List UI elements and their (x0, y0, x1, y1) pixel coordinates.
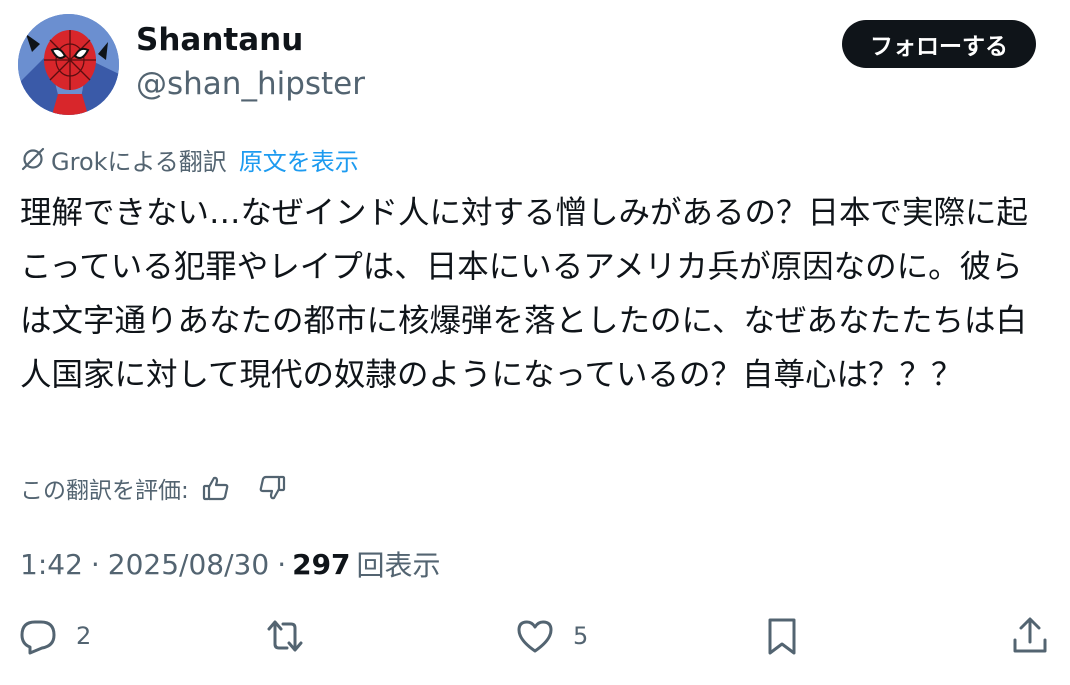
tweet-time[interactable]: 1:42 (20, 548, 83, 581)
show-original-link[interactable]: 原文を表示 (239, 142, 359, 177)
user-display-name[interactable]: Shantanu (136, 22, 303, 58)
retweet-button[interactable] (265, 616, 323, 656)
bookmark-button[interactable] (762, 616, 802, 656)
thumbs-down-icon[interactable] (257, 473, 287, 503)
meta-separator: · (90, 547, 100, 581)
like-count: 5 (573, 622, 589, 650)
translation-provider-label: Grokによる翻訳 (51, 147, 227, 176)
avatar[interactable] (18, 14, 119, 115)
action-bar: 2 5 (0, 610, 1070, 666)
bookmark-icon (768, 618, 796, 655)
views-label: 回表示 (356, 549, 441, 582)
tweet-text: 理解できない…なぜインド人に対する憎しみがあるの？日本で実際に起こっている犯罪や… (20, 195, 1029, 393)
follow-button[interactable]: フォローする (842, 20, 1036, 68)
rate-translation-label: この翻訳を評価: (20, 478, 189, 504)
share-icon (1013, 617, 1047, 653)
like-button[interactable]: 5 (515, 616, 588, 656)
share-button[interactable] (1010, 616, 1050, 656)
grok-icon (20, 146, 46, 172)
meta-separator: · (277, 547, 287, 581)
reply-button[interactable]: 2 (18, 616, 91, 656)
tweet-date[interactable]: 2025/08/30 (108, 548, 269, 581)
reply-count: 2 (76, 622, 92, 650)
translation-bar: Grokによる翻訳 原文を表示 (20, 142, 359, 176)
heart-icon (517, 620, 553, 653)
retweet-icon (267, 620, 303, 652)
reply-icon (20, 620, 56, 655)
thumbs-up-icon[interactable] (201, 473, 231, 503)
views-count: 297 (292, 547, 351, 581)
user-handle[interactable]: @shan_hipster (136, 66, 365, 102)
spiderman-avatar-icon (18, 14, 119, 115)
tweet-meta: 1:42 · 2025/08/30 · 297 回表示 (20, 542, 441, 586)
rate-translation-bar: この翻訳を評価: (20, 468, 287, 508)
